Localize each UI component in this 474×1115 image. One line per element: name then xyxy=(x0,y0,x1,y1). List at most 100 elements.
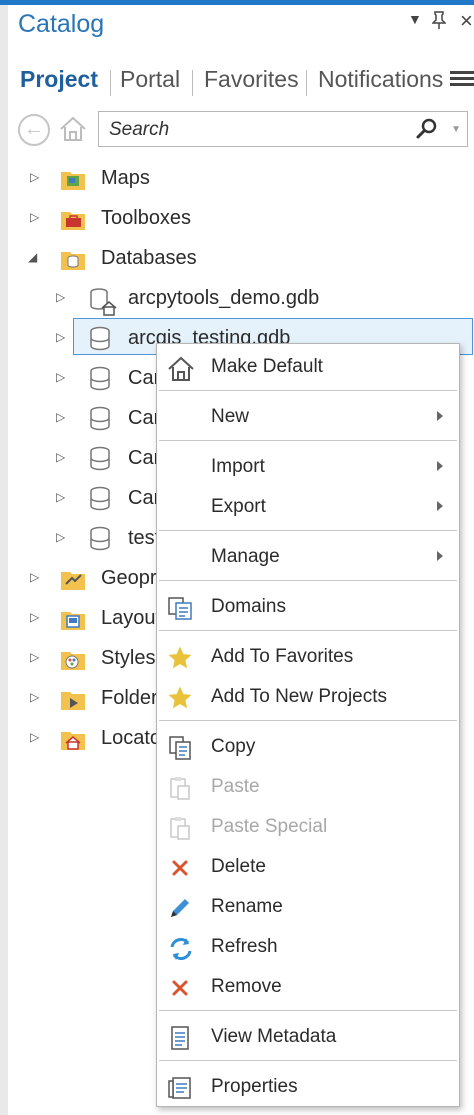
tab-portal[interactable]: Portal xyxy=(120,66,180,93)
tree-item-maps[interactable]: ▷ Maps xyxy=(0,160,474,200)
tab-notifications[interactable]: Notifications xyxy=(318,66,443,93)
menu-item-label: Refresh xyxy=(211,936,278,957)
star-icon xyxy=(167,685,193,711)
menu-item-label: View Metadata xyxy=(211,1026,337,1047)
geodatabase-icon xyxy=(88,366,114,392)
tab-divider xyxy=(110,70,111,96)
layouts-folder-icon xyxy=(60,606,86,632)
menu-item-paste[interactable]: Paste xyxy=(157,768,459,808)
tree-item-label: Locato xyxy=(101,727,162,749)
expanded-triangle-icon[interactable]: ◢ xyxy=(28,250,42,264)
menu-item-label: New xyxy=(211,406,250,427)
folders-folder-icon xyxy=(60,686,86,712)
menu-item-label: Domains xyxy=(211,596,286,617)
collapsed-triangle-icon[interactable]: ▷ xyxy=(56,370,70,384)
menu-item-label: Paste xyxy=(211,776,260,797)
menu-item-properties[interactable]: Properties xyxy=(157,1068,459,1108)
menu-separator xyxy=(159,720,457,721)
menu-item-label: Make Default xyxy=(211,356,323,377)
menu-item-new[interactable]: New xyxy=(157,398,459,438)
tab-divider xyxy=(306,70,307,96)
tree-item-label: Layout xyxy=(101,607,162,629)
tree-item-gdb[interactable]: ▷ arcpytools_demo.gdb xyxy=(0,280,474,320)
metadata-icon xyxy=(167,1025,193,1051)
pane-title: Catalog xyxy=(18,10,105,38)
collapsed-triangle-icon[interactable]: ▷ xyxy=(56,530,70,544)
menu-item-rename[interactable]: Rename xyxy=(157,888,459,928)
menu-item-make-default[interactable]: Make Default xyxy=(157,348,459,388)
maps-folder-icon xyxy=(60,166,86,192)
tree-item-databases[interactable]: ◢ Databases xyxy=(0,240,474,280)
back-arrow-icon[interactable]: ← xyxy=(18,114,50,146)
collapsed-triangle-icon[interactable]: ▷ xyxy=(30,690,44,704)
home-icon[interactable] xyxy=(58,114,90,146)
menu-item-remove[interactable]: Remove xyxy=(157,968,459,1008)
pane-options-dropdown[interactable]: ▼ xyxy=(408,11,422,27)
properties-icon xyxy=(167,1075,193,1101)
tab-favorites[interactable]: Favorites xyxy=(204,66,299,93)
hamburger-menu-icon[interactable] xyxy=(450,68,474,89)
menu-item-copy[interactable]: Copy xyxy=(157,728,459,768)
copy-icon xyxy=(167,735,193,761)
paste-special-icon xyxy=(167,815,193,841)
tree-item-label: Styles xyxy=(101,647,156,669)
tree-item-label: Databases xyxy=(101,247,197,269)
geodatabase-icon xyxy=(88,486,114,512)
collapsed-triangle-icon[interactable]: ▷ xyxy=(56,330,70,344)
collapsed-triangle-icon[interactable]: ▷ xyxy=(30,610,44,624)
close-pane-button[interactable]: × xyxy=(460,8,473,34)
menu-item-label: Delete xyxy=(211,856,266,877)
menu-item-manage[interactable]: Manage xyxy=(157,538,459,578)
tab-project[interactable]: Project xyxy=(20,66,98,93)
menu-item-import[interactable]: Import xyxy=(157,448,459,488)
menu-item-label: Add To New Projects xyxy=(211,686,388,707)
geoprocessing-folder-icon xyxy=(60,566,86,592)
toolboxes-folder-icon xyxy=(60,206,86,232)
delete-x-icon xyxy=(167,855,193,881)
menu-separator xyxy=(159,390,457,391)
collapsed-triangle-icon[interactable]: ▷ xyxy=(56,490,70,504)
star-icon xyxy=(167,645,193,671)
chevron-down-icon[interactable]: ▼ xyxy=(451,124,461,135)
search-icon[interactable] xyxy=(415,117,439,146)
geodatabase-icon xyxy=(88,326,114,352)
menu-item-add-to-new-projects[interactable]: Add To New Projects xyxy=(157,678,459,718)
menu-item-delete[interactable]: Delete xyxy=(157,848,459,888)
collapsed-triangle-icon[interactable]: ▷ xyxy=(56,410,70,424)
menu-separator xyxy=(159,630,457,631)
menu-separator xyxy=(159,1010,457,1011)
menu-item-view-metadata[interactable]: View Metadata xyxy=(157,1018,459,1058)
styles-folder-icon xyxy=(60,646,86,672)
menu-item-refresh[interactable]: Refresh xyxy=(157,928,459,968)
tree-item-label: arcpytools_demo.gdb xyxy=(128,287,320,309)
geodatabase-icon xyxy=(88,406,114,432)
menu-separator xyxy=(159,580,457,581)
paste-icon xyxy=(167,775,193,801)
collapsed-triangle-icon[interactable]: ▷ xyxy=(56,450,70,464)
menu-item-domains[interactable]: Domains xyxy=(157,588,459,628)
submenu-arrow-icon xyxy=(437,551,443,561)
menu-item-label: Paste Special xyxy=(211,816,328,837)
collapsed-triangle-icon[interactable]: ▷ xyxy=(30,210,44,224)
collapsed-triangle-icon[interactable]: ▷ xyxy=(30,570,44,584)
menu-item-add-to-favorites[interactable]: Add To Favorites xyxy=(157,638,459,678)
search-input[interactable] xyxy=(107,118,411,142)
menu-item-paste-special[interactable]: Paste Special xyxy=(157,808,459,848)
tree-item-toolboxes[interactable]: ▷ Toolboxes xyxy=(0,200,474,240)
menu-item-export[interactable]: Export xyxy=(157,488,459,528)
collapsed-triangle-icon[interactable]: ▷ xyxy=(56,290,70,304)
databases-folder-icon xyxy=(60,246,86,272)
menu-item-label: Import xyxy=(211,456,265,477)
menu-item-label: Remove xyxy=(211,976,282,997)
menu-item-label: Rename xyxy=(211,896,283,917)
pencil-icon xyxy=(167,895,193,921)
pane-top-accent xyxy=(0,0,474,5)
collapsed-triangle-icon[interactable]: ▷ xyxy=(30,730,44,744)
menu-separator xyxy=(159,440,457,441)
collapsed-triangle-icon[interactable]: ▷ xyxy=(30,650,44,664)
collapsed-triangle-icon[interactable]: ▷ xyxy=(30,170,44,184)
pin-icon[interactable] xyxy=(431,11,447,32)
menu-item-label: Export xyxy=(211,496,266,517)
geodatabase-icon xyxy=(88,446,114,472)
menu-item-label: Manage xyxy=(211,546,280,567)
